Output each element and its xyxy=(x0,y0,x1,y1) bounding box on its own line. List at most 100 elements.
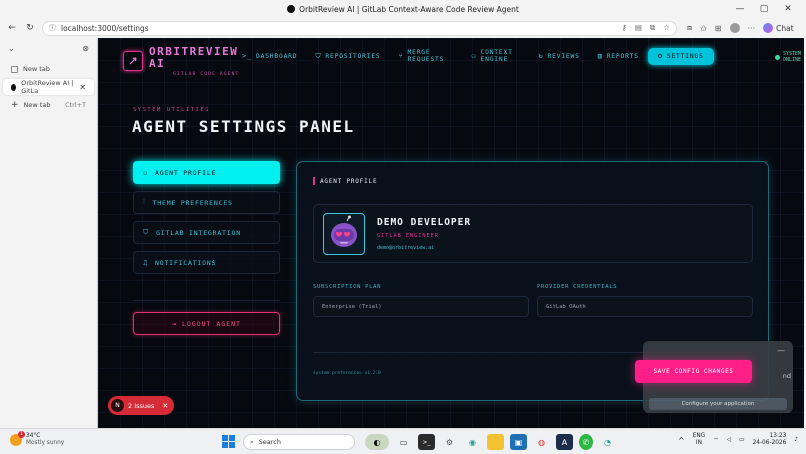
chat-button[interactable]: Chat xyxy=(763,23,794,33)
volume-icon[interactable]: ◁ xyxy=(727,437,731,443)
system-tray: ^ ENG IN ⌔ ◁ ▭ 13:23 24-06-2026 ♪ xyxy=(678,433,798,447)
refresh-icon: ↻ xyxy=(538,51,544,60)
wifi-icon[interactable]: ⌔ xyxy=(713,437,718,444)
new-tab-label: New tab xyxy=(23,101,51,109)
collections-icon[interactable]: ⊞ xyxy=(715,24,722,33)
close-tab-icon[interactable]: ✕ xyxy=(79,83,86,92)
temperature: 34°C xyxy=(26,433,41,439)
site-info-icon[interactable]: ⓘ xyxy=(49,23,56,33)
menu-theme-preferences[interactable]: ⫶ THEME PREFERENCES xyxy=(133,191,280,214)
nav-repositories[interactable]: ⛉ REPOSITORIES xyxy=(306,44,389,68)
file-explorer-icon[interactable] xyxy=(487,434,504,450)
reload-icon[interactable]: ↻ xyxy=(24,23,36,33)
brand: ORBITREVIEW AI GITLAB CODE AGENT xyxy=(149,45,240,77)
provider-field[interactable]: GitLab OAuth xyxy=(537,296,753,317)
nav-dashboard[interactable]: >_ DASHBOARD xyxy=(233,44,306,68)
edge-icon[interactable]: ◔ xyxy=(599,434,616,450)
profile-email: demo@orbitreview.ai xyxy=(377,245,435,251)
bar-chart-icon: ▥ xyxy=(597,51,603,60)
new-tab-shortcut: Ctrl+T xyxy=(65,101,86,109)
configure-button[interactable]: Configure your application xyxy=(649,398,787,410)
popup-minimize-icon[interactable]: — xyxy=(777,346,785,355)
window-titlebar: OrbitReview AI | GitLab Context-Aware Co… xyxy=(0,0,806,18)
subscription-field[interactable]: Enterprise (Trial) xyxy=(313,296,529,317)
profile-avatar[interactable] xyxy=(729,23,740,33)
chat-label: Chat xyxy=(776,23,794,33)
tab-label: OrbitReview AI | GitLa xyxy=(21,79,74,95)
user-icon: ⚇ xyxy=(143,168,149,177)
save-config-button[interactable]: SAVE CONFIG CHANGES xyxy=(635,360,752,383)
plus-icon: + xyxy=(11,100,19,110)
brand-subtitle: GITLAB CODE AGENT xyxy=(173,71,240,77)
popup-text: nd xyxy=(782,372,791,380)
next-logo-icon: N xyxy=(111,399,124,412)
tray-chevron-up-icon[interactable]: ^ xyxy=(678,436,685,445)
chrome-canary-icon[interactable]: ◉ xyxy=(464,434,481,450)
taskbar-search[interactable]: ⌕ Search xyxy=(243,434,355,450)
accent-bar xyxy=(313,177,315,185)
back-icon[interactable]: ← xyxy=(6,23,18,33)
chevron-down-icon[interactable]: ⌄ xyxy=(8,44,15,53)
menu-notifications[interactable]: ♫ NOTIFICATIONS xyxy=(133,251,280,274)
page-title: AGENT SETTINGS PANEL xyxy=(132,117,355,136)
store-icon[interactable]: ▣ xyxy=(510,434,527,450)
logout-button[interactable]: ⇥ LOGOUT AGENT xyxy=(133,312,280,335)
task-view-icon[interactable]: ▭ xyxy=(395,434,412,450)
menu-label: GITLAB INTEGRATION xyxy=(156,228,241,237)
language-indicator[interactable]: ENG IN xyxy=(693,433,706,447)
settings-app-icon[interactable]: ⚙ xyxy=(441,434,458,450)
issues-pill[interactable]: N 2 Issues ✕ xyxy=(108,396,174,415)
nav-label: REPORTS xyxy=(606,52,639,60)
issues-label: 2 Issues xyxy=(128,401,155,410)
tab-new-tab[interactable]: New tab xyxy=(3,61,94,77)
maximize-icon[interactable]: ▢ xyxy=(752,2,776,16)
address-bar-row: ← ↻ ⓘ localhost:3000/settings ⚷ ▤ ⧉ ☆ ⧈ … xyxy=(0,18,806,38)
menu-agent-profile[interactable]: ⚇ AGENT PROFILE xyxy=(133,161,280,184)
close-issues-icon[interactable]: ✕ xyxy=(162,402,168,410)
reader-icon[interactable]: ▤ xyxy=(635,23,642,33)
tab-orbitreview[interactable]: OrbitReview AI | GitLa ✕ xyxy=(3,79,94,95)
battery-icon[interactable]: ▭ xyxy=(739,437,744,443)
bell-icon: ♫ xyxy=(143,258,149,267)
app-a-icon[interactable]: A xyxy=(556,434,573,450)
clock[interactable]: 13:23 24-06-2026 xyxy=(753,433,787,447)
nav-reports[interactable]: ▥ REPORTS xyxy=(589,44,648,68)
new-tab-button[interactable]: + New tab Ctrl+T xyxy=(3,97,94,113)
favorites-icon[interactable]: ✩ xyxy=(700,24,707,33)
split-screen-icon[interactable]: ⧈ xyxy=(687,23,692,33)
version-text: system preferences v1.2.0 xyxy=(313,371,381,376)
nav-merge-requests[interactable]: ⑂ MERGE REQUESTS xyxy=(390,44,463,68)
clock-time: 13:23 xyxy=(769,433,787,439)
key-icon[interactable]: ⚷ xyxy=(621,23,627,33)
vertical-tabs-header: ⌄ ⊗ xyxy=(0,38,97,59)
profile-summary: DEMO DEVELOPER GITLAB ENGINEER demo@orbi… xyxy=(313,204,753,263)
notifications-bell-icon[interactable]: ♪ xyxy=(794,437,798,443)
menu-gitlab-integration[interactable]: ⛉ GITLAB INTEGRATION xyxy=(133,221,280,244)
language-line1: ENG xyxy=(692,433,706,439)
extensions-icon[interactable]: ⧉ xyxy=(650,23,655,33)
sun-icon: 1 xyxy=(10,431,25,446)
page-favicon-icon xyxy=(287,5,296,13)
chrome-icon[interactable]: ◍ xyxy=(533,434,550,450)
window-title-group: OrbitReview AI | GitLab Context-Aware Co… xyxy=(287,5,519,14)
more-icon[interactable]: ··· xyxy=(748,24,756,33)
favorite-star-icon[interactable]: ☆ xyxy=(663,23,670,33)
rocket-logo-icon[interactable] xyxy=(123,51,143,71)
weather-widget[interactable]: 1 34°C Mostly sunny xyxy=(10,431,64,447)
weather-badge: 1 xyxy=(18,431,25,438)
nav-context-engine[interactable]: ⚇ CONTEXT ENGINE xyxy=(463,44,530,68)
language-line2: IN xyxy=(695,440,702,446)
whatsapp-icon[interactable]: ✆ xyxy=(579,434,593,450)
widgets-icon[interactable]: ◐ xyxy=(365,434,389,450)
nav-reviews[interactable]: ↻ REVIEWS xyxy=(530,44,589,68)
url-input[interactable]: ⓘ localhost:3000/settings ⚷ ▤ ⧉ ☆ xyxy=(42,20,677,36)
windows-start-icon[interactable] xyxy=(222,435,235,448)
minimize-icon[interactable]: — xyxy=(728,2,752,16)
nav-settings[interactable]: ⚙ SETTINGS xyxy=(647,47,714,65)
close-window-icon[interactable]: ✕ xyxy=(776,2,800,16)
unpin-icon[interactable]: ⊗ xyxy=(82,44,89,53)
terminal-app-icon[interactable]: >_ xyxy=(418,434,435,450)
nav-label: REPOSITORIES xyxy=(325,52,381,60)
menu-label: THEME PREFERENCES xyxy=(152,198,233,207)
menu-label: AGENT PROFILE xyxy=(155,168,217,177)
